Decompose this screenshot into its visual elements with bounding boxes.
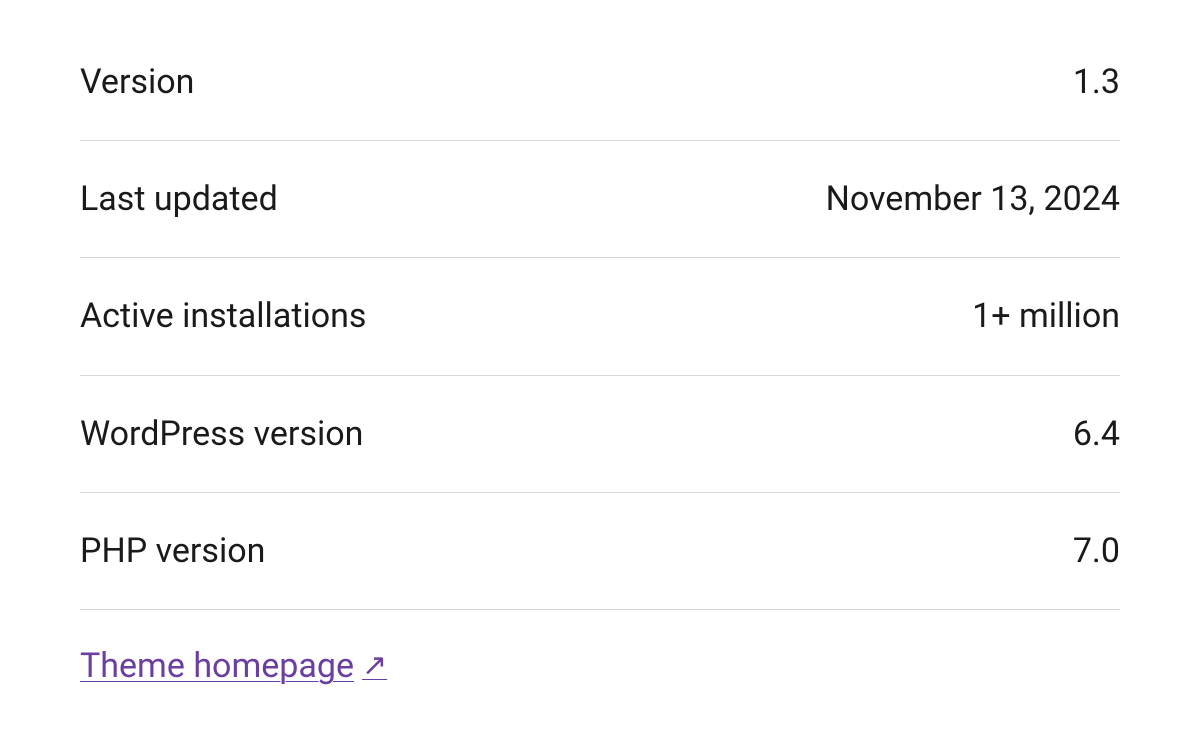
info-row-active-installations: Active installations 1+ million [80,258,1120,375]
external-link-icon: ↗ [362,648,387,683]
theme-homepage-row: Theme homepage ↗ [80,610,1120,686]
info-row-php-version: PHP version 7.0 [80,493,1120,610]
info-value-active-installations: 1+ million [972,294,1120,338]
info-row-wordpress-version: WordPress version 6.4 [80,376,1120,493]
theme-homepage-link[interactable]: Theme homepage ↗ [80,646,387,686]
info-label-version: Version [80,60,194,104]
info-value-wordpress-version: 6.4 [1073,412,1120,456]
info-row-version: Version 1.3 [80,50,1120,141]
theme-info-list: Version 1.3 Last updated November 13, 20… [80,50,1120,686]
info-row-last-updated: Last updated November 13, 2024 [80,141,1120,258]
info-value-version: 1.3 [1073,60,1120,104]
info-label-active-installations: Active installations [80,294,366,338]
theme-homepage-link-label: Theme homepage [80,646,354,686]
info-label-wordpress-version: WordPress version [80,412,363,456]
info-value-last-updated: November 13, 2024 [826,177,1120,221]
info-label-last-updated: Last updated [80,177,278,221]
info-label-php-version: PHP version [80,529,265,573]
info-value-php-version: 7.0 [1073,529,1120,573]
